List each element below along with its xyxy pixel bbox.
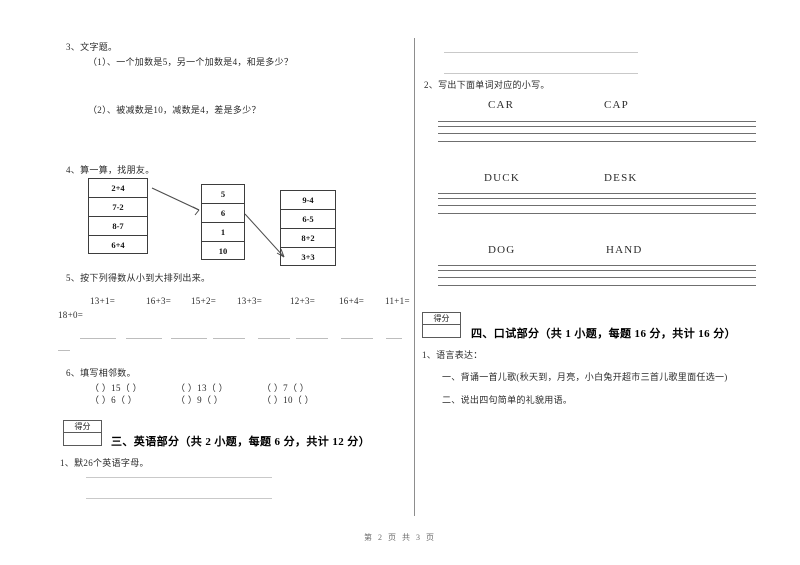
- q5-answer-blank[interactable]: [296, 338, 328, 339]
- left-column: 3、文字题。 （1）、一个加数是5，另一个加数是4，和是多少？ （2）、被减数是…: [58, 0, 410, 565]
- page-footer: 第 2 页 共 3 页: [364, 533, 436, 542]
- ruling-line: [438, 141, 756, 142]
- section-3-title: 三、英语部分（共 2 小题，每题 6 分，共计 12 分）: [111, 436, 371, 448]
- q5-answer-blank[interactable]: [341, 338, 373, 339]
- copybook-ruling-row-1[interactable]: [438, 121, 756, 142]
- q5-expression: 18+0=: [58, 310, 84, 320]
- q5-answer-blank[interactable]: [386, 338, 402, 339]
- question-6-heading: 6、填写相邻数。: [66, 368, 136, 378]
- alphabet-answer-line[interactable]: [86, 498, 272, 499]
- question-4-heading: 4、算一算，找朋友。: [66, 165, 155, 175]
- match-box-left: 2+4 7-2 8-7 6+4: [88, 178, 148, 254]
- score-box-label: 得分: [64, 421, 101, 433]
- q5-expression: 16+3=: [146, 296, 172, 306]
- word-duck: DUCK: [484, 172, 520, 184]
- q5-expression: 16+4=: [339, 296, 365, 306]
- match-cell: 8+2: [281, 229, 335, 248]
- question-3-heading: 3、文字题。: [66, 42, 118, 52]
- alphabet-answer-line-continued[interactable]: [444, 52, 638, 53]
- q6-row2-item: （ ）6（ ）: [90, 395, 138, 405]
- copybook-ruling-row-3[interactable]: [438, 265, 756, 286]
- score-box-label: 得分: [423, 313, 460, 325]
- section-3-question-2: 2、写出下面单词对应的小写。: [424, 80, 550, 90]
- ruling-line: [438, 193, 756, 194]
- ruling-line: [438, 198, 756, 199]
- match-cell: 6-5: [281, 210, 335, 229]
- copybook-ruling-row-2[interactable]: [438, 193, 756, 214]
- q5-expression: 11+1=: [385, 296, 410, 306]
- match-cell: 9-4: [281, 191, 335, 210]
- match-cell: 7-2: [89, 198, 147, 217]
- match-box-middle: 5 6 1 10: [201, 184, 245, 260]
- ruling-line: [438, 265, 756, 266]
- q5-answer-blank[interactable]: [80, 338, 116, 339]
- match-cell: 10: [218, 246, 228, 256]
- match-cell: 3+3: [301, 252, 315, 262]
- q5-answer-blank[interactable]: [58, 350, 70, 351]
- q5-answer-blank[interactable]: [171, 338, 207, 339]
- score-box-input[interactable]: [64, 433, 101, 445]
- column-divider: [414, 38, 415, 516]
- match-box-right: 9-4 6-5 8+2 3+3: [280, 190, 336, 266]
- word-car: CAR: [488, 99, 515, 111]
- word-hand: HAND: [606, 244, 643, 256]
- q5-answer-blank[interactable]: [126, 338, 162, 339]
- question-3-item-2: （2）、被减数是10，减数是4，差是多少？: [88, 105, 261, 115]
- match-cell: 6+4: [111, 240, 125, 250]
- ruling-line: [438, 133, 756, 134]
- ruling-line: [438, 270, 756, 271]
- match-cell: 6: [202, 204, 244, 223]
- section-4-question-1: 1、语言表达：: [422, 350, 483, 360]
- match-cell: 2+4: [89, 179, 147, 198]
- q6-row2-item: （ ）9（ ）: [176, 395, 224, 405]
- ruling-line: [438, 126, 756, 127]
- section-3-question-1: 1、默26个英语字母。: [60, 458, 149, 468]
- alphabet-answer-line[interactable]: [86, 477, 272, 478]
- score-box-section-3[interactable]: 得分: [63, 420, 102, 446]
- right-column: 2、写出下面单词对应的小写。 CAR CAP DUCK DESK DOG HAN…: [422, 0, 769, 565]
- q5-answer-blank[interactable]: [258, 338, 290, 339]
- q5-expression: 13+3=: [237, 296, 263, 306]
- match-cell: 8-7: [89, 217, 147, 236]
- q5-expression: 15+2=: [191, 296, 217, 306]
- question-3-item-1: （1）、一个加数是5，另一个加数是4，和是多少？: [88, 57, 294, 67]
- word-cap: CAP: [604, 99, 629, 111]
- ruling-line: [438, 285, 756, 286]
- q5-expression: 12+3=: [290, 296, 316, 306]
- section-4-title: 四、口试部分（共 1 小题，每题 16 分，共计 16 分）: [471, 328, 736, 340]
- ruling-line: [438, 277, 756, 278]
- score-box-input[interactable]: [423, 325, 460, 337]
- q6-row2-item: （ ）10（ ）: [262, 395, 314, 405]
- question-5-heading: 5、按下列得数从小到大排列出来。: [66, 273, 211, 283]
- word-dog: DOG: [488, 244, 516, 256]
- q5-expression: 13+1=: [90, 296, 116, 306]
- ruling-line: [438, 205, 756, 206]
- match-cell: 5: [202, 185, 244, 204]
- section-4-item-2: 二、说出四句简单的礼貌用语。: [442, 395, 573, 405]
- section-4-item-1: 一、背诵一首儿歌(秋天到，月亮，小白兔开超市三首儿歌里面任选一): [442, 372, 728, 382]
- exam-paper-page: 3、文字题。 （1）、一个加数是5，另一个加数是4，和是多少？ （2）、被减数是…: [0, 0, 800, 565]
- ruling-line: [438, 213, 756, 214]
- match-cell: 1: [202, 223, 244, 242]
- ruling-line: [438, 121, 756, 122]
- score-box-section-4[interactable]: 得分: [422, 312, 461, 338]
- alphabet-answer-line-continued[interactable]: [444, 73, 638, 74]
- q5-answer-blank[interactable]: [213, 338, 245, 339]
- word-desk: DESK: [604, 172, 638, 184]
